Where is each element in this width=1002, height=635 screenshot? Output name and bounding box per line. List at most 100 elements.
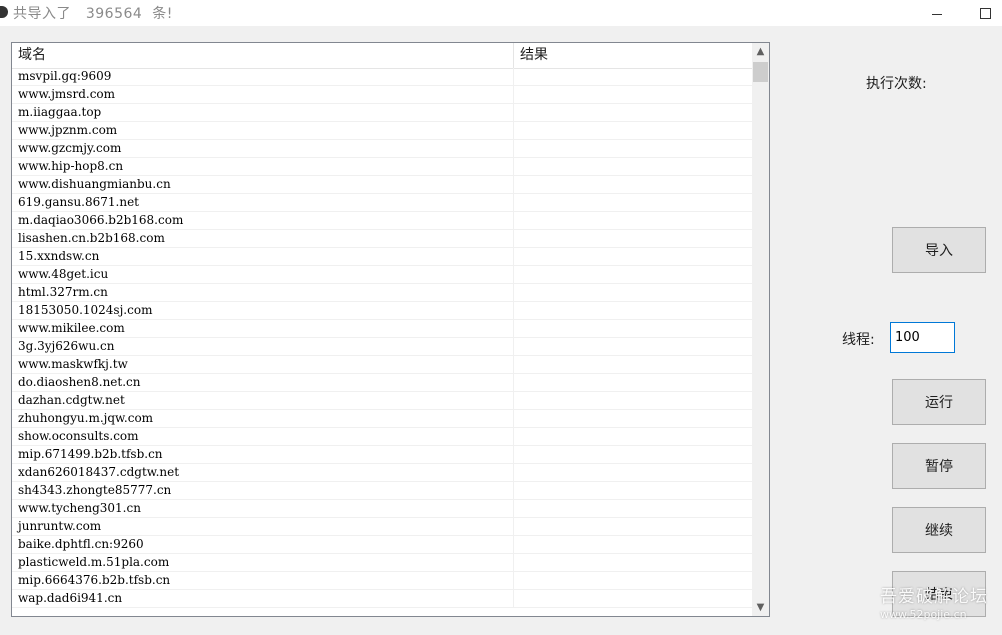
result-cell [514,140,752,157]
result-cell [514,500,752,517]
table-row[interactable]: mip.6664376.b2b.tfsb.cn [12,572,752,590]
result-cell [514,302,752,319]
table-row[interactable]: dazhan.cdgtw.net [12,392,752,410]
minimize-button[interactable] [914,0,960,26]
table-row[interactable]: sh4343.zhongte85777.cn [12,482,752,500]
thread-count-input[interactable]: 100 [890,322,955,353]
result-cell [514,446,752,463]
domain-cell: plasticweld.m.51pla.com [12,554,514,571]
maximize-icon [979,7,991,19]
table-row[interactable]: mip.671499.b2b.tfsb.cn [12,446,752,464]
result-cell [514,374,752,391]
domain-cell: 3g.3yj626wu.cn [12,338,514,355]
table-row[interactable]: show.oconsults.com [12,428,752,446]
vertical-scrollbar[interactable]: ▲ ▼ [752,43,769,616]
continue-button[interactable]: 继续 [892,507,986,553]
table-row[interactable]: baike.dphtfl.cn:9260 [12,536,752,554]
table-row[interactable]: xdan626018437.cdgtw.net [12,464,752,482]
stop-button[interactable]: 结束 [892,571,986,617]
table-row[interactable]: junruntw.com [12,518,752,536]
result-cell [514,392,752,409]
column-header-domain[interactable]: 域名 [12,43,514,68]
result-cell [514,212,752,229]
domain-cell: 619.gansu.8671.net [12,194,514,211]
domain-cell: junruntw.com [12,518,514,535]
result-cell [514,284,752,301]
domain-cell: mip.671499.b2b.tfsb.cn [12,446,514,463]
title-bar: 共导入了 396564 条! [0,0,1002,26]
table-row[interactable]: wap.dad6i941.cn [12,590,752,608]
domain-cell: wap.dad6i941.cn [12,590,514,607]
domain-cell: m.daqiao3066.b2b168.com [12,212,514,229]
table-row[interactable]: www.hip-hop8.cn [12,158,752,176]
result-cell [514,554,752,571]
result-cell [514,194,752,211]
table-row[interactable]: www.dishuangmianbu.cn [12,176,752,194]
domain-cell: xdan626018437.cdgtw.net [12,464,514,481]
table-row[interactable]: www.tycheng301.cn [12,500,752,518]
table-row[interactable]: www.jpznm.com [12,122,752,140]
domain-cell: www.dishuangmianbu.cn [12,176,514,193]
app-icon [0,6,8,18]
domain-cell: baike.dphtfl.cn:9260 [12,536,514,553]
result-cell [514,266,752,283]
domain-cell: html.327rm.cn [12,284,514,301]
list-header: 域名 结果 [12,43,752,69]
table-row[interactable]: www.gzcmjy.com [12,140,752,158]
result-cell [514,122,752,139]
minimize-icon [932,13,942,15]
domain-cell: dazhan.cdgtw.net [12,392,514,409]
domain-cell: do.diaoshen8.net.cn [12,374,514,391]
domain-cell: www.48get.icu [12,266,514,283]
domain-cell: www.gzcmjy.com [12,140,514,157]
domain-cell: www.hip-hop8.cn [12,158,514,175]
domain-cell: www.mikilee.com [12,320,514,337]
window-title: 共导入了 396564 条! [13,6,173,22]
table-row[interactable]: www.maskwfkj.tw [12,356,752,374]
table-row[interactable]: html.327rm.cn [12,284,752,302]
table-row[interactable]: m.iiaggaa.top [12,104,752,122]
result-cell [514,572,752,589]
table-row[interactable]: msvpil.gq:9609 [12,68,752,86]
result-cell [514,104,752,121]
table-row[interactable]: zhuhongyu.m.jqw.com [12,410,752,428]
table-row[interactable]: www.mikilee.com [12,320,752,338]
result-cell [514,338,752,355]
maximize-button[interactable] [962,0,1002,26]
domain-cell: 15.xxndsw.cn [12,248,514,265]
table-row[interactable]: www.48get.icu [12,266,752,284]
run-button[interactable]: 运行 [892,379,986,425]
result-cell [514,68,752,85]
domain-cell: www.jpznm.com [12,122,514,139]
table-row[interactable]: 3g.3yj626wu.cn [12,338,752,356]
table-row[interactable]: m.daqiao3066.b2b168.com [12,212,752,230]
thread-label: 线程: [842,332,875,348]
column-header-result[interactable]: 结果 [514,43,752,68]
table-row[interactable]: 15.xxndsw.cn [12,248,752,266]
domain-cell: 18153050.1024sj.com [12,302,514,319]
domain-list-view[interactable]: 域名 结果 msvpil.gq:9609 www.jmsrd.com m.iiagg… [11,42,770,617]
table-row[interactable]: 619.gansu.8671.net [12,194,752,212]
scroll-down-icon[interactable]: ▼ [752,599,769,616]
scroll-up-icon[interactable]: ▲ [752,43,769,60]
table-row[interactable]: www.jmsrd.com [12,86,752,104]
import-button[interactable]: 导入 [892,227,986,273]
domain-cell: m.iiaggaa.top [12,104,514,121]
result-cell [514,248,752,265]
domain-cell: www.maskwfkj.tw [12,356,514,373]
result-cell [514,320,752,337]
domain-cell: mip.6664376.b2b.tfsb.cn [12,572,514,589]
result-cell [514,176,752,193]
result-cell [514,464,752,481]
table-row[interactable]: lisashen.cn.b2b168.com [12,230,752,248]
table-row[interactable]: plasticweld.m.51pla.com [12,554,752,572]
table-row[interactable]: 18153050.1024sj.com [12,302,752,320]
list-body: msvpil.gq:9609 www.jmsrd.com m.iiaggaa.top… [12,68,752,616]
result-cell [514,482,752,499]
result-cell [514,86,752,103]
scrollbar-thumb[interactable] [753,62,768,82]
table-row[interactable]: do.diaoshen8.net.cn [12,374,752,392]
domain-cell: www.tycheng301.cn [12,500,514,517]
pause-button[interactable]: 暂停 [892,443,986,489]
domain-cell: show.oconsults.com [12,428,514,445]
